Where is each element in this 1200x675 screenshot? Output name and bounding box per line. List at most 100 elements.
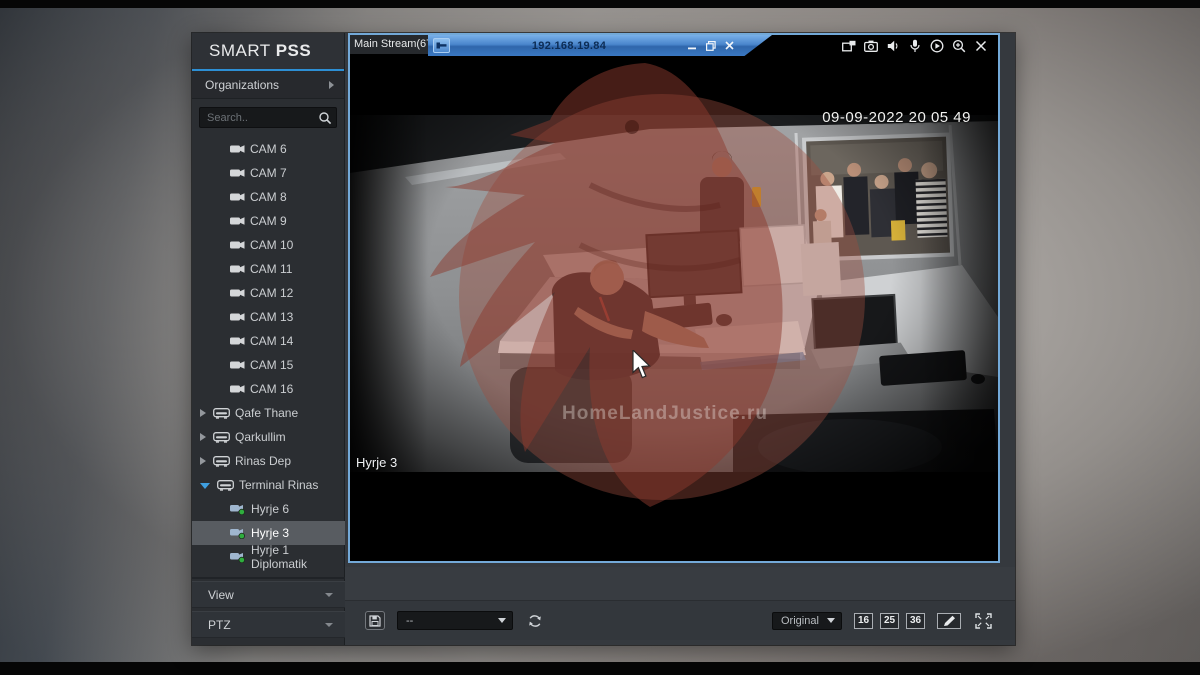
refresh-icon bbox=[527, 613, 543, 629]
audio-button[interactable] bbox=[885, 38, 901, 53]
brand-pss: PSS bbox=[276, 41, 312, 61]
online-camera-icon bbox=[230, 504, 246, 515]
snapshot-button[interactable] bbox=[863, 38, 879, 53]
recorder-icon bbox=[213, 456, 230, 467]
close-window-button[interactable] bbox=[725, 41, 734, 50]
camera-item[interactable]: CAM 12 bbox=[192, 281, 345, 305]
group-label: Rinas Dep bbox=[235, 454, 291, 468]
camera-item[interactable]: CAM 7 bbox=[192, 161, 345, 185]
grid-layout-button[interactable]: 36 bbox=[906, 613, 925, 629]
device-group[interactable]: Qafe Thane bbox=[192, 401, 345, 425]
video-tile[interactable]: HomeLandJustice.ru 09-09-2022 20 05 49 H… bbox=[348, 33, 1000, 563]
window-controls bbox=[688, 41, 734, 51]
camera-icon bbox=[230, 360, 245, 370]
pencil-icon bbox=[943, 615, 956, 627]
group-label: Qafe Thane bbox=[235, 406, 298, 420]
channel-item[interactable]: Hyrje 6 bbox=[192, 497, 345, 521]
stream-select[interactable]: -- bbox=[397, 611, 513, 630]
stream-type-label: Main Stream(67 bbox=[354, 38, 432, 50]
minimize-button[interactable] bbox=[688, 41, 697, 50]
tile-toolbar bbox=[841, 38, 989, 53]
restore-button[interactable] bbox=[706, 41, 716, 51]
channel-item[interactable]: Hyrje 1 Diplomatik bbox=[192, 545, 345, 569]
expand-arrow-icon[interactable] bbox=[200, 433, 206, 441]
camera-icon bbox=[230, 192, 245, 202]
collapse-arrow-icon bbox=[325, 593, 333, 597]
digital-zoom-button[interactable] bbox=[951, 38, 967, 53]
expand-arrow-icon[interactable] bbox=[200, 457, 206, 465]
refresh-button[interactable] bbox=[525, 611, 545, 631]
ptz-panel-header[interactable]: PTZ bbox=[192, 611, 345, 638]
mouse-cursor bbox=[631, 350, 653, 380]
camera-label: CAM 12 bbox=[250, 286, 293, 300]
device-group[interactable]: Rinas Dep bbox=[192, 449, 345, 473]
camera-item[interactable]: CAM 11 bbox=[192, 257, 345, 281]
camera-item[interactable]: CAM 14 bbox=[192, 329, 345, 353]
caret-down-icon bbox=[827, 618, 835, 623]
recorder-icon bbox=[213, 432, 230, 443]
channel-label: Hyrje 3 bbox=[251, 526, 289, 540]
live-view-area: HomeLandJustice.ru 09-09-2022 20 05 49 H… bbox=[345, 33, 1015, 645]
camera-item[interactable]: CAM 9 bbox=[192, 209, 345, 233]
online-camera-icon bbox=[230, 528, 246, 539]
grid-layout-button[interactable]: 25 bbox=[880, 613, 899, 629]
organizations-label: Organizations bbox=[205, 78, 279, 92]
group-label: Qarkullim bbox=[235, 430, 286, 444]
grid-layout-label: 36 bbox=[910, 615, 921, 626]
device-tree: CAM 6 CAM 7 bbox=[192, 137, 345, 569]
camera-label: CAM 8 bbox=[250, 190, 287, 204]
grid-empty-strip bbox=[345, 567, 1015, 600]
video-tile-inner: HomeLandJustice.ru 09-09-2022 20 05 49 H… bbox=[350, 35, 998, 561]
expand-arrow-icon[interactable] bbox=[200, 409, 206, 417]
camera-label: CAM 11 bbox=[250, 262, 292, 276]
close-video-button[interactable] bbox=[973, 38, 989, 53]
scale-select[interactable]: Original bbox=[772, 612, 842, 630]
ptz-panel-label: PTZ bbox=[208, 618, 231, 632]
app-logo: SMART PSS bbox=[192, 33, 344, 71]
camera-label: CAM 16 bbox=[250, 382, 293, 396]
camera-label: CAM 14 bbox=[250, 334, 293, 348]
camera-item[interactable]: CAM 10 bbox=[192, 233, 345, 257]
expand-arrow-icon[interactable] bbox=[200, 483, 210, 489]
caret-down-icon bbox=[498, 618, 506, 623]
sidebar-divider bbox=[192, 577, 345, 579]
camera-item[interactable]: CAM 8 bbox=[192, 185, 345, 209]
recorder-icon bbox=[217, 480, 234, 491]
chevron-right-icon bbox=[329, 81, 334, 89]
camera-icon bbox=[230, 240, 245, 250]
organizations-menu[interactable]: Organizations bbox=[192, 71, 344, 99]
camera-icon bbox=[230, 216, 245, 226]
talk-microphone-button[interactable] bbox=[907, 38, 923, 53]
search-icon bbox=[318, 111, 332, 125]
camera-item[interactable]: CAM 16 bbox=[192, 377, 345, 401]
camera-icon bbox=[230, 144, 245, 154]
local-record-button[interactable] bbox=[841, 38, 857, 53]
view-panel-label: View bbox=[208, 588, 234, 602]
fullscreen-button[interactable] bbox=[973, 612, 993, 630]
device-group[interactable]: Qarkullim bbox=[192, 425, 345, 449]
camera-icon bbox=[230, 312, 245, 322]
camera-list: CAM 6 CAM 7 bbox=[192, 137, 345, 401]
camera-icon bbox=[230, 168, 245, 178]
camera-icon bbox=[230, 384, 245, 394]
channel-label: Hyrje 1 Diplomatik bbox=[251, 543, 345, 571]
channel-label: Hyrje 6 bbox=[251, 502, 289, 516]
device-window-titlebar[interactable]: 192.168.19.84 bbox=[428, 35, 772, 56]
pin-button[interactable] bbox=[433, 38, 450, 53]
camera-label: CAM 13 bbox=[250, 310, 293, 324]
camera-item[interactable]: CAM 13 bbox=[192, 305, 345, 329]
search-input[interactable] bbox=[200, 108, 336, 127]
camera-item[interactable]: CAM 6 bbox=[192, 137, 345, 161]
channel-item[interactable]: Hyrje 3 bbox=[192, 521, 345, 545]
grid-layout-button[interactable]: 16 bbox=[854, 613, 873, 629]
view-panel-header[interactable]: View bbox=[192, 581, 345, 608]
save-view-button[interactable] bbox=[365, 611, 385, 630]
custom-layout-button[interactable] bbox=[937, 613, 961, 629]
device-group[interactable]: Terminal Rinas bbox=[192, 473, 345, 497]
instant-playback-button[interactable] bbox=[929, 38, 945, 53]
search-box[interactable] bbox=[199, 107, 337, 128]
camera-item[interactable]: CAM 15 bbox=[192, 353, 345, 377]
collapse-arrow-icon bbox=[325, 623, 333, 627]
channel-list: Hyrje 6 Hyrje 3 bbox=[192, 497, 345, 569]
grid-layout-label: 25 bbox=[884, 615, 895, 626]
